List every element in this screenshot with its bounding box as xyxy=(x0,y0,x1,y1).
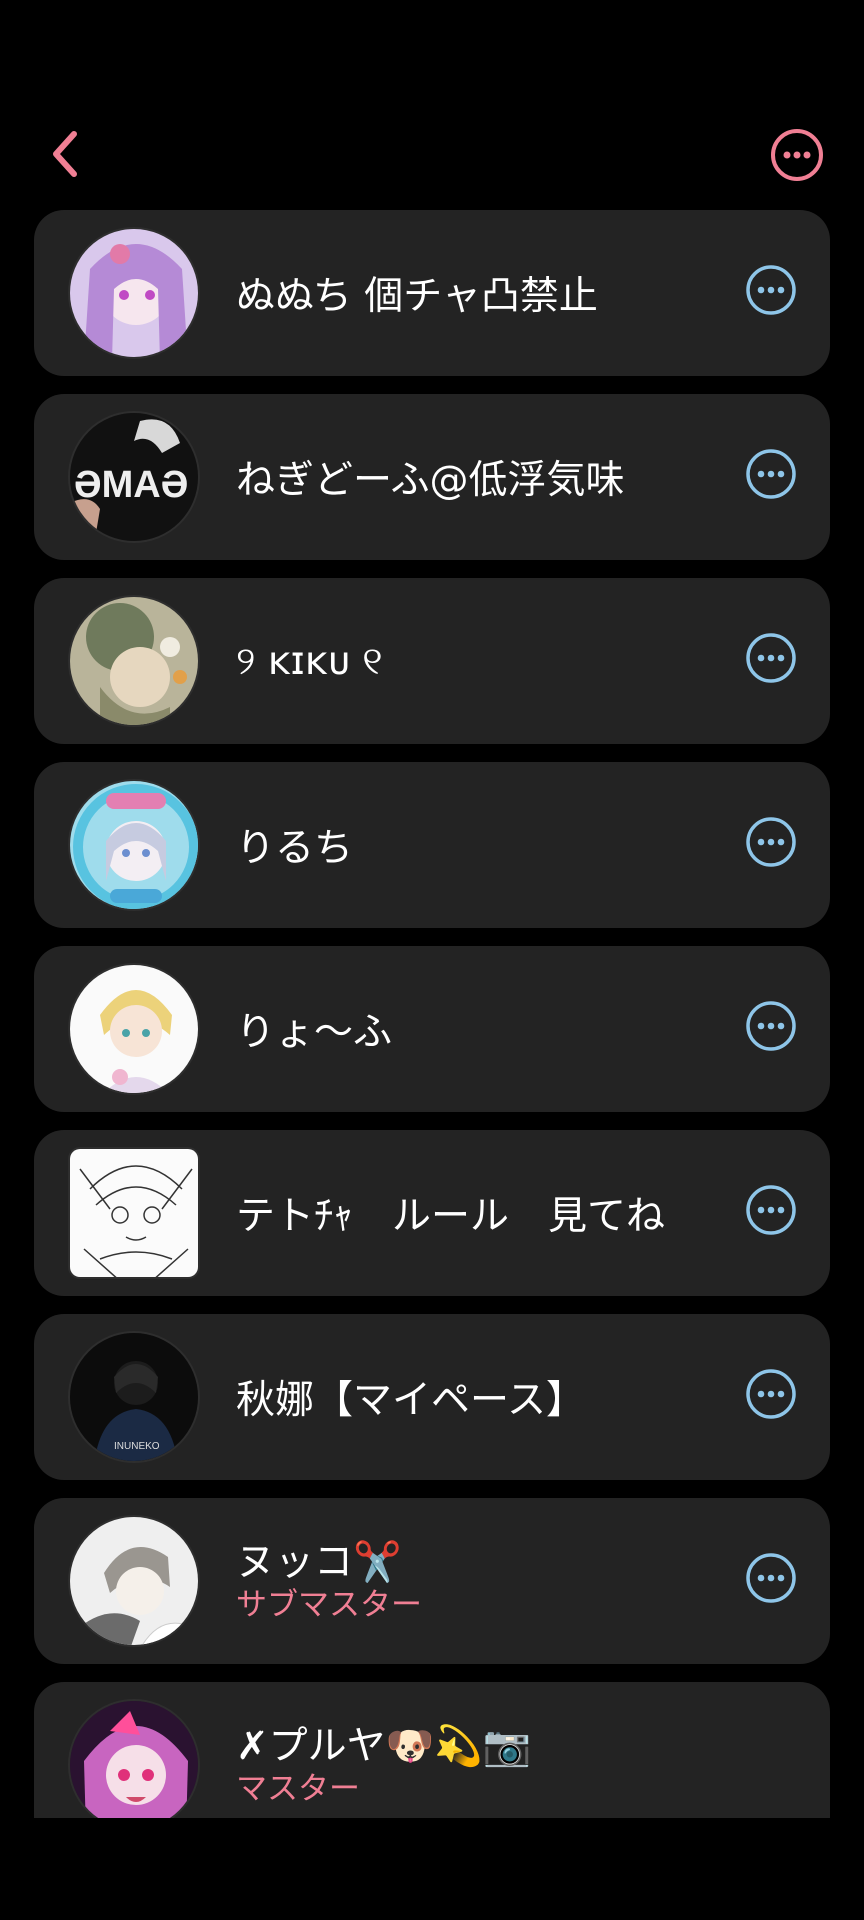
bottom-area xyxy=(0,1818,864,1920)
avatar[interactable] xyxy=(68,1515,200,1647)
member-name: りるち xyxy=(236,826,354,871)
avatar[interactable] xyxy=(68,227,200,359)
member-name: テトﾁｬ ルール 見てね xyxy=(236,1194,666,1239)
member-row[interactable]: INUNEKO 秋娜【マイペース】 xyxy=(34,1314,830,1480)
svg-text:INUNEKO: INUNEKO xyxy=(114,1441,160,1452)
member-name: ୨ ᴋɪᴋᴜ ୧ xyxy=(236,638,383,684)
member-row[interactable]: ぬぬち 個チャ凸禁止 xyxy=(34,210,830,376)
member-more-icon[interactable] xyxy=(744,1183,798,1237)
member-name: りょ〜ふ xyxy=(236,1010,393,1055)
member-name-block: ヌッコ✂️ サブマスター xyxy=(236,1540,422,1624)
member-more-icon[interactable] xyxy=(744,447,798,501)
member-name: ねぎどーふ@低浮気味 xyxy=(236,458,625,503)
member-list[interactable]: ぬぬち 個チャ凸禁止 ƏMAƏ ねぎどーふ@低浮気味 ୨ ᴋɪᴋᴜ ୧ りるち … xyxy=(34,210,830,1818)
back-button[interactable] xyxy=(44,124,88,184)
member-name-block: ✗プルヤ🐶💫📷 マスター xyxy=(236,1724,531,1808)
avatar[interactable] xyxy=(68,963,200,1095)
svg-text:ƏMAƏ: ƏMAƏ xyxy=(74,464,188,506)
avatar[interactable]: INUNEKO xyxy=(68,1331,200,1463)
member-row[interactable]: ✗プルヤ🐶💫📷 マスター xyxy=(34,1682,830,1818)
member-row[interactable]: ƏMAƏ ねぎどーふ@低浮気味 xyxy=(34,394,830,560)
avatar[interactable] xyxy=(68,1699,200,1818)
member-name: ヌッコ✂️ xyxy=(236,1540,402,1585)
member-more-icon[interactable] xyxy=(744,631,798,685)
member-name: 秋娜【マイペース】 xyxy=(236,1378,586,1423)
avatar[interactable]: ƏMAƏ xyxy=(68,411,200,543)
member-row[interactable]: りるち xyxy=(34,762,830,928)
top-bar xyxy=(0,0,864,210)
avatar[interactable] xyxy=(68,595,200,727)
avatar[interactable] xyxy=(68,779,200,911)
member-row[interactable]: ୨ ᴋɪᴋᴜ ୧ xyxy=(34,578,830,744)
member-row[interactable]: ヌッコ✂️ サブマスター xyxy=(34,1498,830,1664)
avatar[interactable] xyxy=(68,1147,200,1279)
member-more-icon[interactable] xyxy=(744,263,798,317)
member-name: ぬぬち 個チャ凸禁止 xyxy=(236,274,598,319)
member-name: ✗プルヤ🐶💫📷 xyxy=(236,1724,532,1769)
member-row[interactable]: テトﾁｬ ルール 見てね xyxy=(34,1130,830,1296)
member-more-icon[interactable] xyxy=(744,815,798,869)
member-more-icon[interactable] xyxy=(744,999,798,1053)
more-options-button[interactable] xyxy=(769,127,825,183)
member-role: サブマスター xyxy=(236,1587,422,1623)
member-role: マスター xyxy=(236,1771,360,1807)
member-more-icon[interactable] xyxy=(744,1551,798,1605)
member-row[interactable]: りょ〜ふ xyxy=(34,946,830,1112)
member-more-icon[interactable] xyxy=(744,1367,798,1421)
